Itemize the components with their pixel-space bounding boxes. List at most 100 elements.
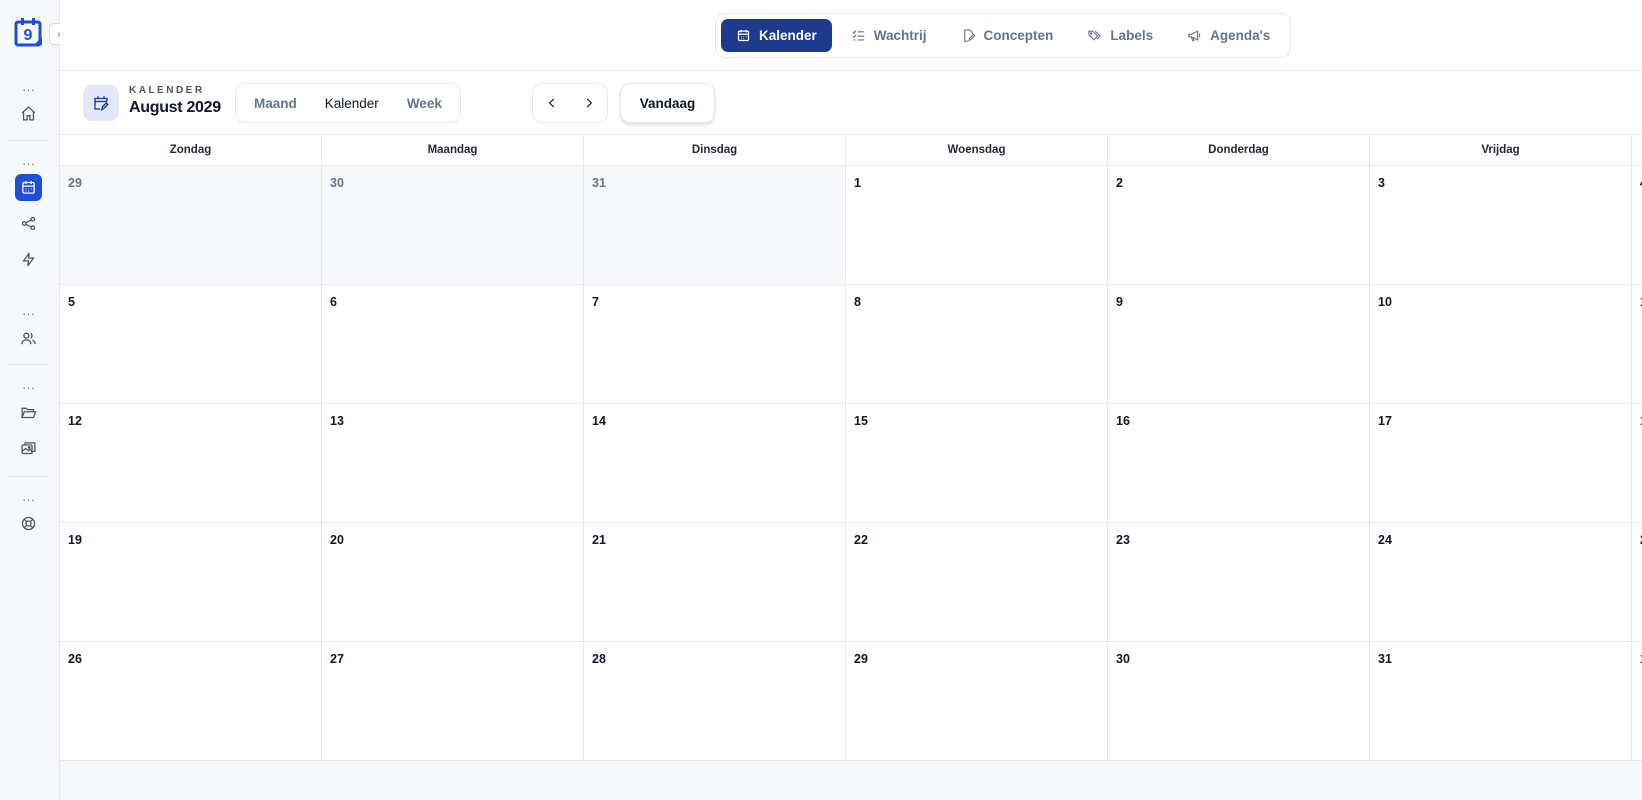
day-cell[interactable]: 5 — [60, 285, 322, 403]
sidebar-group-dots: ... — [22, 154, 36, 168]
day-cell[interactable]: 23 — [1108, 523, 1370, 641]
sidebar-item-users[interactable] — [15, 325, 42, 352]
day-cell[interactable]: 19 — [60, 523, 322, 641]
week-row: 12 13 14 15 16 17 18 — [60, 404, 1642, 523]
sidebar: 9 » ... ... ... ... — [0, 0, 71, 800]
tab-agendas[interactable]: Agenda's — [1172, 19, 1285, 52]
share-nodes-icon — [21, 216, 36, 231]
tab-label: Kalender — [759, 28, 817, 43]
sidebar-item-calendar[interactable] — [15, 174, 42, 201]
today-button[interactable]: Vandaag — [620, 83, 715, 123]
lightning-icon — [22, 252, 35, 267]
tab-label: Concepten — [983, 28, 1054, 43]
day-cell[interactable]: 12 — [60, 404, 322, 522]
day-cell[interactable]: 21 — [584, 523, 846, 641]
day-cell[interactable]: 17 — [1370, 404, 1632, 522]
logo-digit: 9 — [24, 27, 33, 44]
day-cell[interactable]: 31 — [584, 166, 846, 284]
calendar-icon — [737, 29, 750, 42]
view-week[interactable]: Week — [393, 96, 456, 111]
calendar-edit-icon — [83, 85, 119, 121]
view-maand[interactable]: Maand — [240, 96, 311, 111]
weekday-label: Donderdag — [1108, 135, 1370, 165]
day-cell[interactable]: 16 — [1108, 404, 1370, 522]
view-kalender[interactable]: Kalender — [311, 96, 393, 111]
day-cell[interactable]: 22 — [846, 523, 1108, 641]
day-cell[interactable]: 6 — [322, 285, 584, 403]
day-cell[interactable]: 8 — [846, 285, 1108, 403]
next-button[interactable] — [582, 96, 596, 110]
day-cell[interactable]: 3 — [1370, 166, 1632, 284]
day-cell[interactable]: 14 — [584, 404, 846, 522]
chevron-right-icon — [586, 98, 592, 108]
day-cell-clipped[interactable]: 11 — [1632, 285, 1642, 403]
checklist-icon — [852, 30, 864, 41]
day-cell[interactable]: 30 — [1108, 642, 1370, 760]
day-cell[interactable]: 31 — [1370, 642, 1632, 760]
calendar-icon — [22, 181, 35, 194]
day-cell[interactable]: 29 — [846, 642, 1108, 760]
sidebar-divider — [9, 364, 49, 365]
month-grid: Zondag Maandag Dinsdag Woensdag Donderda… — [60, 135, 1642, 761]
day-cell[interactable]: 20 — [322, 523, 584, 641]
day-cell[interactable]: 24 — [1370, 523, 1632, 641]
calendar-toolbar: KALENDER August 2029 Maand Kalender Week… — [60, 71, 1642, 135]
weekday-label: Dinsdag — [584, 135, 846, 165]
tab-labels[interactable]: Labels — [1072, 19, 1168, 52]
lifebuoy-icon — [21, 516, 36, 531]
day-cell-clipped[interactable]: 25 — [1632, 523, 1642, 641]
sidebar-group-dots: ... — [22, 304, 36, 318]
day-cell[interactable]: 2 — [1108, 166, 1370, 284]
day-cell[interactable]: 26 — [60, 642, 322, 760]
tab-kalender[interactable]: Kalender — [721, 19, 832, 52]
day-cell[interactable]: 27 — [322, 642, 584, 760]
weekday-label: Zondag — [60, 135, 322, 165]
day-cell[interactable]: 10 — [1370, 285, 1632, 403]
week-row: 19 20 21 22 23 24 25 — [60, 523, 1642, 642]
previous-button[interactable] — [545, 96, 559, 110]
day-cell-clipped[interactable]: 18 — [1632, 404, 1642, 522]
day-cell[interactable]: 30 — [322, 166, 584, 284]
sidebar-divider — [9, 140, 49, 141]
app-logo[interactable]: 9 — [14, 17, 44, 47]
day-cell-clipped[interactable]: 4 — [1632, 166, 1642, 284]
day-cell[interactable]: 7 — [584, 285, 846, 403]
period-navigation — [532, 83, 608, 123]
day-cell[interactable]: 29 — [60, 166, 322, 284]
tab-label: Agenda's — [1210, 28, 1271, 43]
day-cell[interactable]: 1 — [846, 166, 1108, 284]
chevron-left-icon — [548, 98, 554, 108]
sidebar-item-home[interactable] — [15, 100, 42, 127]
page-kicker: KALENDER — [129, 85, 205, 96]
day-cell-clipped[interactable]: 1 — [1632, 642, 1642, 760]
day-cell[interactable]: 9 — [1108, 285, 1370, 403]
sidebar-item-share[interactable] — [15, 210, 42, 237]
sidebar-item-automation[interactable] — [15, 246, 42, 273]
weekday-label-clipped — [1632, 135, 1642, 165]
day-cell[interactable]: 13 — [322, 404, 584, 522]
sidebar-divider — [9, 476, 49, 477]
tab-label: Labels — [1110, 28, 1154, 43]
weekday-header: Zondag Maandag Dinsdag Woensdag Donderda… — [60, 135, 1642, 166]
megaphone-icon — [1188, 30, 1201, 42]
view-switcher: Maand Kalender Week — [235, 83, 461, 123]
week-row: 29 30 31 1 2 3 4 — [60, 166, 1642, 285]
week-row: 26 27 28 29 30 31 1 — [60, 642, 1642, 761]
images-icon — [21, 442, 36, 455]
sidebar-item-media[interactable] — [15, 435, 42, 462]
sidebar-item-folders[interactable] — [15, 399, 42, 426]
tab-label: Wachtrij — [873, 28, 927, 43]
tab-wachtrij[interactable]: Wachtrij — [836, 19, 942, 52]
day-cell[interactable]: 28 — [584, 642, 846, 760]
week-row: 5 6 7 8 9 10 11 — [60, 285, 1642, 404]
app-root: 9 » ... ... ... ... — [0, 0, 1642, 800]
draft-edit-icon — [963, 29, 976, 42]
top-bar: Kalender Wachtrij Concepten Labels Agend… — [60, 0, 1642, 71]
day-cell[interactable]: 15 — [846, 404, 1108, 522]
weekday-label: Maandag — [322, 135, 584, 165]
tab-concepten[interactable]: Concepten — [946, 19, 1069, 52]
sidebar-group-dots: ... — [22, 490, 36, 504]
sidebar-group-dots: ... — [22, 80, 36, 94]
sidebar-item-help[interactable] — [15, 510, 42, 537]
tags-icon — [1088, 30, 1102, 41]
